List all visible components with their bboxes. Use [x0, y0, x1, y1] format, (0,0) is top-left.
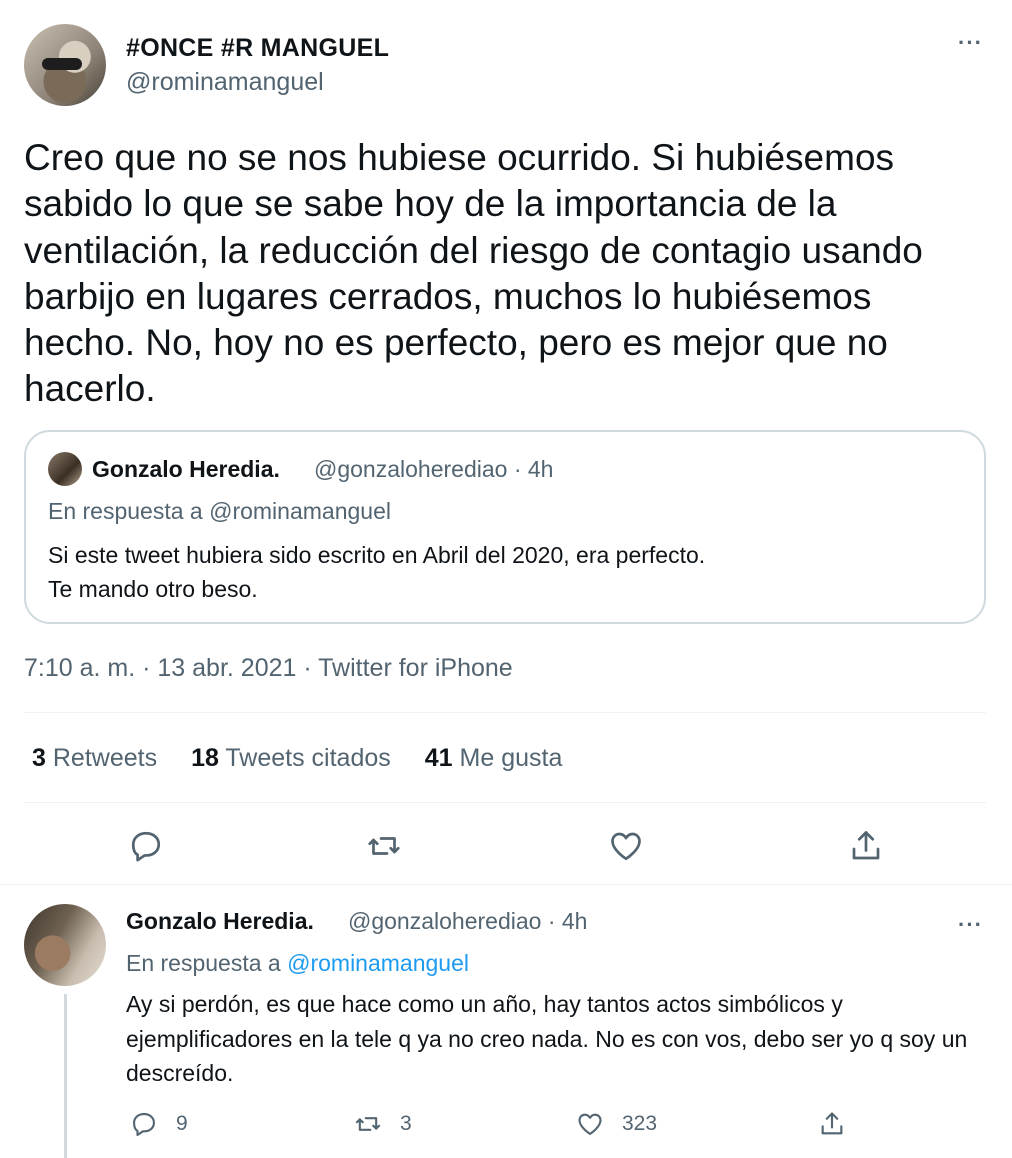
reply-author-avatar[interactable] — [24, 904, 106, 986]
quoted-tweet-card[interactable]: Gonzalo Heredia. @gonzaloherediao · 4h E… — [24, 430, 986, 624]
share-icon[interactable] — [848, 828, 884, 864]
retweet-icon — [355, 1117, 381, 1131]
reply-tweet-text: Ay si perdón, es que hace como un año, h… — [126, 991, 968, 1086]
author-avatar[interactable] — [24, 24, 106, 106]
retweets-stat[interactable]: 3 Retweets — [32, 744, 157, 773]
retweet-count: 3 — [400, 1112, 412, 1135]
tweet-text: Creo que no se nos hubiese ocurrido. Si … — [24, 137, 923, 410]
like-count: 323 — [622, 1112, 658, 1135]
reply-icon — [133, 1113, 155, 1137]
reply-icon[interactable] — [128, 828, 164, 864]
reply-reply-action[interactable]: 9 — [130, 1110, 188, 1138]
reply-context: En respuesta a @rominamanguel — [126, 950, 469, 977]
quoted-author-name: Gonzalo Heredia. — [92, 456, 280, 482]
reply-author-handle[interactable]: @gonzaloherediao · 4h — [348, 908, 587, 935]
author-handle[interactable]: @rominamanguel — [126, 68, 324, 97]
sunglasses-shape — [42, 58, 82, 70]
thread-connector-line — [64, 994, 67, 1158]
reply-context-prefix: En respuesta a — [126, 950, 288, 976]
quoted-text-line-1: Si este tweet hubiera sido escrito en Ab… — [48, 542, 706, 568]
quoted-author-handle: @gonzaloherediao · 4h — [314, 456, 554, 482]
quoted-tweet-text: Si este tweet hubiera sido escrito en Ab… — [48, 538, 705, 606]
share-icon — [821, 1112, 843, 1135]
more-options-icon[interactable]: ··· — [958, 30, 983, 56]
retweet-icon[interactable] — [366, 828, 402, 864]
like-heart-icon — [578, 1113, 602, 1135]
divider — [24, 712, 986, 713]
author-name[interactable]: #ONCE #R MANGUEL — [126, 34, 389, 63]
reply-share-action[interactable] — [818, 1110, 846, 1138]
reply-mention-link[interactable]: @rominamanguel — [287, 950, 469, 976]
reply-author-name[interactable]: Gonzalo Heredia. — [126, 908, 314, 935]
divider — [24, 802, 986, 803]
quoted-text-line-2: Te mando otro beso. — [48, 576, 258, 602]
tweet-timestamp-source[interactable]: 7:10 a. m. · 13 abr. 2021 · Twitter for … — [24, 654, 513, 683]
section-divider — [0, 884, 1012, 885]
reply-count: 9 — [176, 1112, 188, 1135]
likes-stat[interactable]: 41 Me gusta — [425, 744, 563, 773]
quoted-author-avatar — [48, 452, 82, 486]
quoted-reply-context: En respuesta a @rominamanguel — [48, 498, 391, 524]
like-heart-icon[interactable] — [608, 828, 644, 864]
tweet-stats: 3 Retweets 18 Tweets citados 41 Me gusta — [32, 744, 562, 773]
quote-tweets-stat[interactable]: 18 Tweets citados — [191, 744, 391, 773]
reply-retweet-action[interactable]: 3 — [354, 1110, 412, 1138]
reply-more-options-icon[interactable]: ··· — [958, 912, 983, 938]
reply-like-action[interactable]: 323 — [576, 1110, 657, 1138]
